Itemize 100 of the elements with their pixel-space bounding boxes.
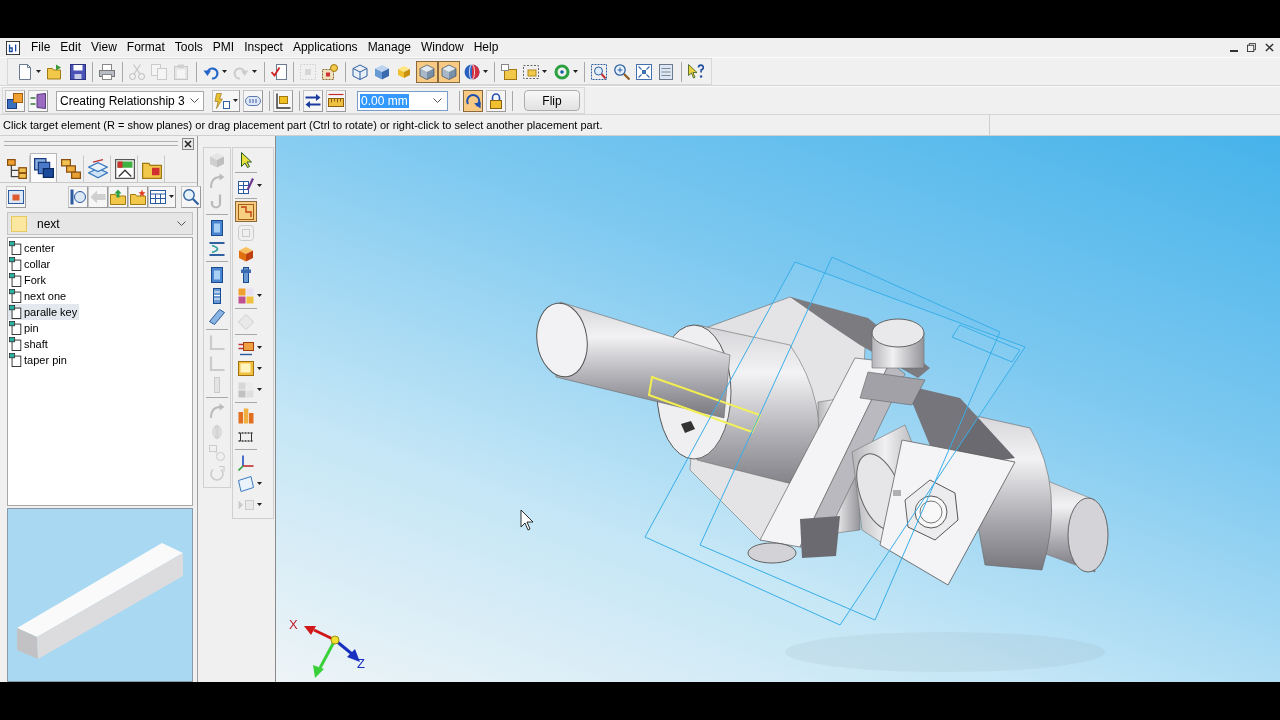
cube-icon bbox=[418, 63, 435, 80]
panel-icon bbox=[209, 266, 225, 283]
menu-item[interactable]: Applications bbox=[287, 38, 363, 57]
folder-icon bbox=[47, 63, 64, 80]
wireframe-cube-icon bbox=[351, 63, 368, 80]
scissors-icon bbox=[128, 63, 145, 80]
tree-icon bbox=[6, 159, 27, 179]
toolbar-button[interactable] bbox=[6, 185, 26, 208]
z-axis-label: Z bbox=[357, 656, 365, 671]
menu-item[interactable]: Inspect bbox=[239, 38, 288, 57]
grid-icon bbox=[238, 287, 254, 304]
lined-page-icon bbox=[658, 63, 675, 80]
layers-icon bbox=[87, 159, 108, 179]
caret-icon bbox=[257, 346, 262, 349]
toolbar-button[interactable] bbox=[5, 89, 25, 112]
file-list-item[interactable]: taper pin bbox=[8, 352, 69, 368]
file-list-item[interactable]: shaft bbox=[8, 336, 50, 352]
caret-icon bbox=[257, 184, 262, 187]
flip-button[interactable]: Flip bbox=[524, 90, 580, 111]
toolbar-button[interactable] bbox=[326, 89, 346, 112]
toolbar-button[interactable] bbox=[463, 89, 483, 112]
file-list-item[interactable]: next one bbox=[8, 288, 69, 304]
caret-icon bbox=[257, 388, 262, 391]
clipboard-icon bbox=[173, 63, 190, 80]
window-icon bbox=[8, 188, 24, 205]
corner-icon bbox=[209, 334, 225, 351]
step-icon bbox=[238, 203, 254, 220]
pane-tab[interactable] bbox=[30, 153, 57, 182]
corner-icon bbox=[209, 355, 225, 372]
file-list-item[interactable]: collar bbox=[8, 256, 53, 272]
rotate-icon bbox=[465, 92, 481, 109]
caret-icon bbox=[257, 482, 262, 485]
bracket-square-icon bbox=[275, 92, 291, 109]
toolbar-button[interactable] bbox=[235, 175, 265, 196]
universal-joint-drawing[interactable] bbox=[536, 256, 1109, 672]
caret-icon bbox=[542, 70, 548, 73]
chevron-down-icon bbox=[190, 98, 199, 103]
close-icon[interactable] bbox=[1265, 43, 1274, 52]
toolbar-button[interactable] bbox=[68, 185, 88, 208]
menu-item[interactable]: View bbox=[86, 38, 122, 57]
table-icon bbox=[150, 188, 166, 205]
dotted-square-icon bbox=[299, 63, 316, 80]
box-icon bbox=[238, 245, 254, 262]
caret-icon bbox=[169, 195, 174, 198]
toolbar-button[interactable] bbox=[212, 89, 240, 112]
app-logo-icon bbox=[6, 40, 20, 55]
back-arrow-icon bbox=[90, 188, 106, 205]
dashed-frame-icon bbox=[523, 63, 540, 80]
menu-item[interactable]: File bbox=[26, 38, 56, 57]
cube-icon bbox=[441, 63, 458, 80]
menu-item[interactable]: Manage bbox=[362, 38, 416, 57]
relationship-dropdown[interactable]: Creating Relationship 3 bbox=[56, 90, 204, 111]
help-icon bbox=[687, 63, 704, 80]
slab-icon bbox=[209, 308, 225, 325]
file-list-item[interactable]: Fork bbox=[8, 272, 48, 288]
x-axis-label: X bbox=[289, 617, 298, 632]
folder-dropdown[interactable]: next bbox=[7, 212, 193, 235]
folder-icon bbox=[11, 215, 27, 232]
menu-item[interactable]: Tools bbox=[169, 38, 208, 57]
cube-icon bbox=[374, 63, 391, 80]
pointer-icon bbox=[238, 151, 254, 168]
curved-arrow-icon bbox=[209, 172, 225, 189]
new-folder-icon bbox=[130, 188, 146, 205]
prompt-text: Click target element (R = show planes) or drag placement part (Ctrl to rotate) or right-click to select another placement part. bbox=[0, 115, 990, 135]
shapes-icon bbox=[209, 444, 225, 461]
panel-icon bbox=[209, 219, 225, 236]
block-icon bbox=[238, 360, 254, 377]
model-viewport[interactable]: X Z bbox=[276, 136, 1280, 682]
stacked-boxes-icon bbox=[60, 159, 81, 179]
toolbar-button[interactable] bbox=[28, 89, 48, 112]
zoom-area-icon bbox=[591, 63, 608, 80]
curved-arrow-icon bbox=[209, 402, 225, 419]
toolbar-button[interactable] bbox=[181, 185, 201, 208]
cube-icon bbox=[396, 63, 413, 80]
fit-view-icon bbox=[636, 63, 652, 80]
chevron-down-icon bbox=[177, 221, 186, 226]
printer-icon bbox=[99, 63, 116, 80]
toolbar-button[interactable] bbox=[273, 89, 293, 112]
gauge-icon bbox=[114, 159, 135, 179]
lightning-icon bbox=[214, 92, 230, 109]
minimize-icon[interactable] bbox=[1230, 49, 1238, 52]
toolbar-button[interactable] bbox=[486, 89, 506, 112]
menu-item[interactable]: Format bbox=[121, 38, 170, 57]
toolbar-button[interactable] bbox=[148, 185, 176, 208]
page-icon bbox=[17, 63, 33, 80]
file-list-item[interactable]: center bbox=[8, 240, 57, 256]
menu-item[interactable]: Edit bbox=[55, 38, 87, 57]
caret-icon bbox=[482, 70, 488, 73]
grid-pencil-icon bbox=[238, 177, 254, 194]
menu-item[interactable]: Window bbox=[416, 38, 469, 57]
file-list-item[interactable]: pin bbox=[8, 320, 41, 336]
toolbar-button[interactable] bbox=[303, 89, 323, 112]
menu-item[interactable]: PMI bbox=[207, 38, 240, 57]
close-icon[interactable] bbox=[182, 137, 194, 150]
box-badge-icon bbox=[322, 63, 339, 80]
file-list-item[interactable]: paralle key bbox=[8, 304, 80, 320]
zoom-in-icon bbox=[613, 63, 630, 80]
bars-icon bbox=[238, 407, 254, 424]
menu-item[interactable]: Help bbox=[468, 38, 504, 57]
restore-icon[interactable] bbox=[1247, 43, 1256, 52]
